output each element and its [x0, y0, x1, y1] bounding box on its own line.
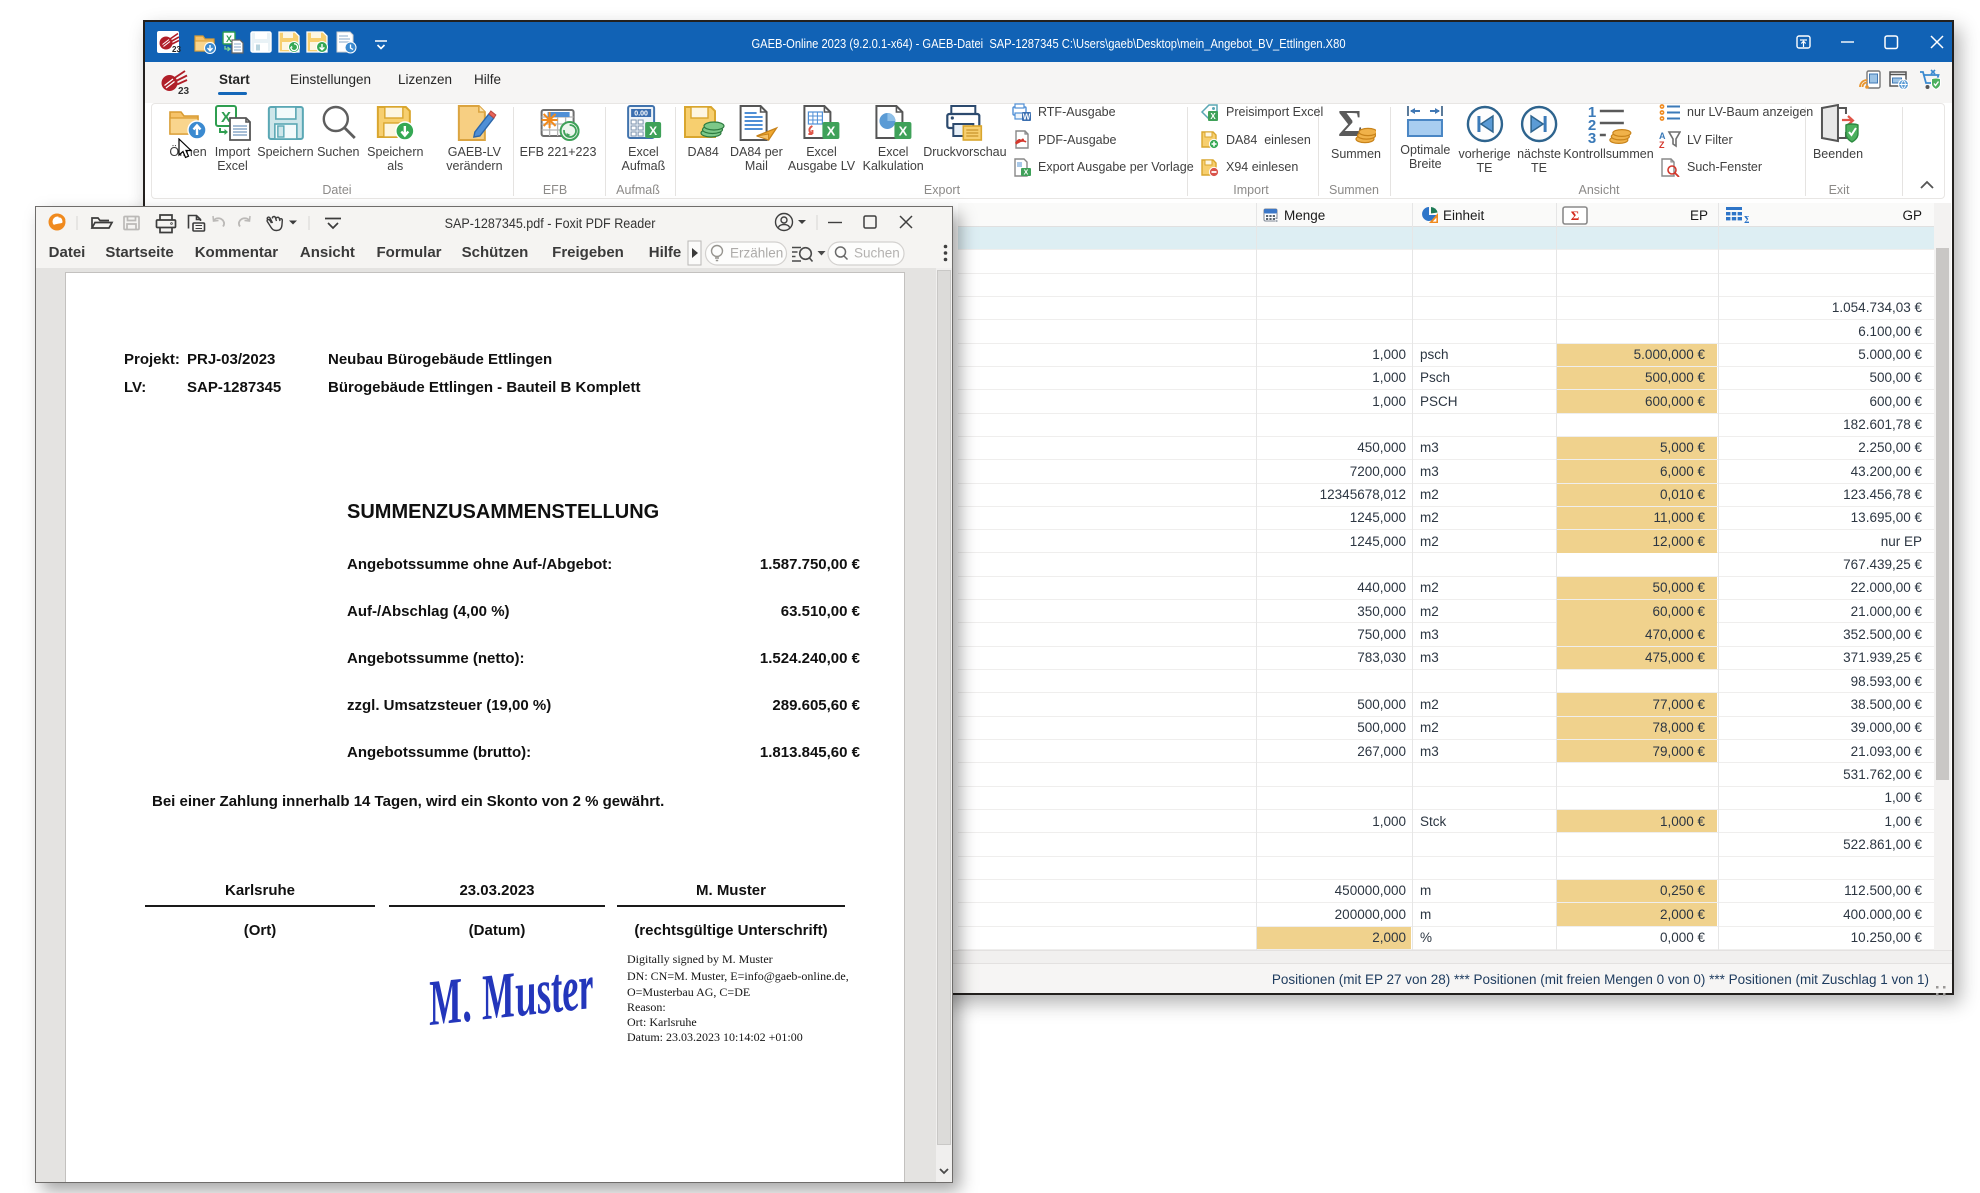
svg-text:X: X [1024, 169, 1029, 176]
svg-text:Suchen: Suchen [854, 246, 900, 261]
svg-text:M. Muster: M. Muster [425, 951, 597, 1040]
svg-text:W: W [1023, 112, 1031, 121]
svg-text:X: X [827, 124, 836, 139]
svg-text:3: 3 [1587, 130, 1595, 144]
svg-text:X: X [1210, 112, 1216, 121]
svg-text:Z: Z [1659, 140, 1665, 149]
svg-text:Erzählen: Erzählen [730, 246, 783, 261]
svg-text:X: X [649, 124, 657, 138]
svg-text:Σ: Σ [1744, 214, 1749, 225]
svg-text:X: X [898, 124, 907, 139]
svg-text:Σ: Σ [1571, 208, 1580, 223]
svg-text:0.00: 0.00 [635, 111, 649, 118]
